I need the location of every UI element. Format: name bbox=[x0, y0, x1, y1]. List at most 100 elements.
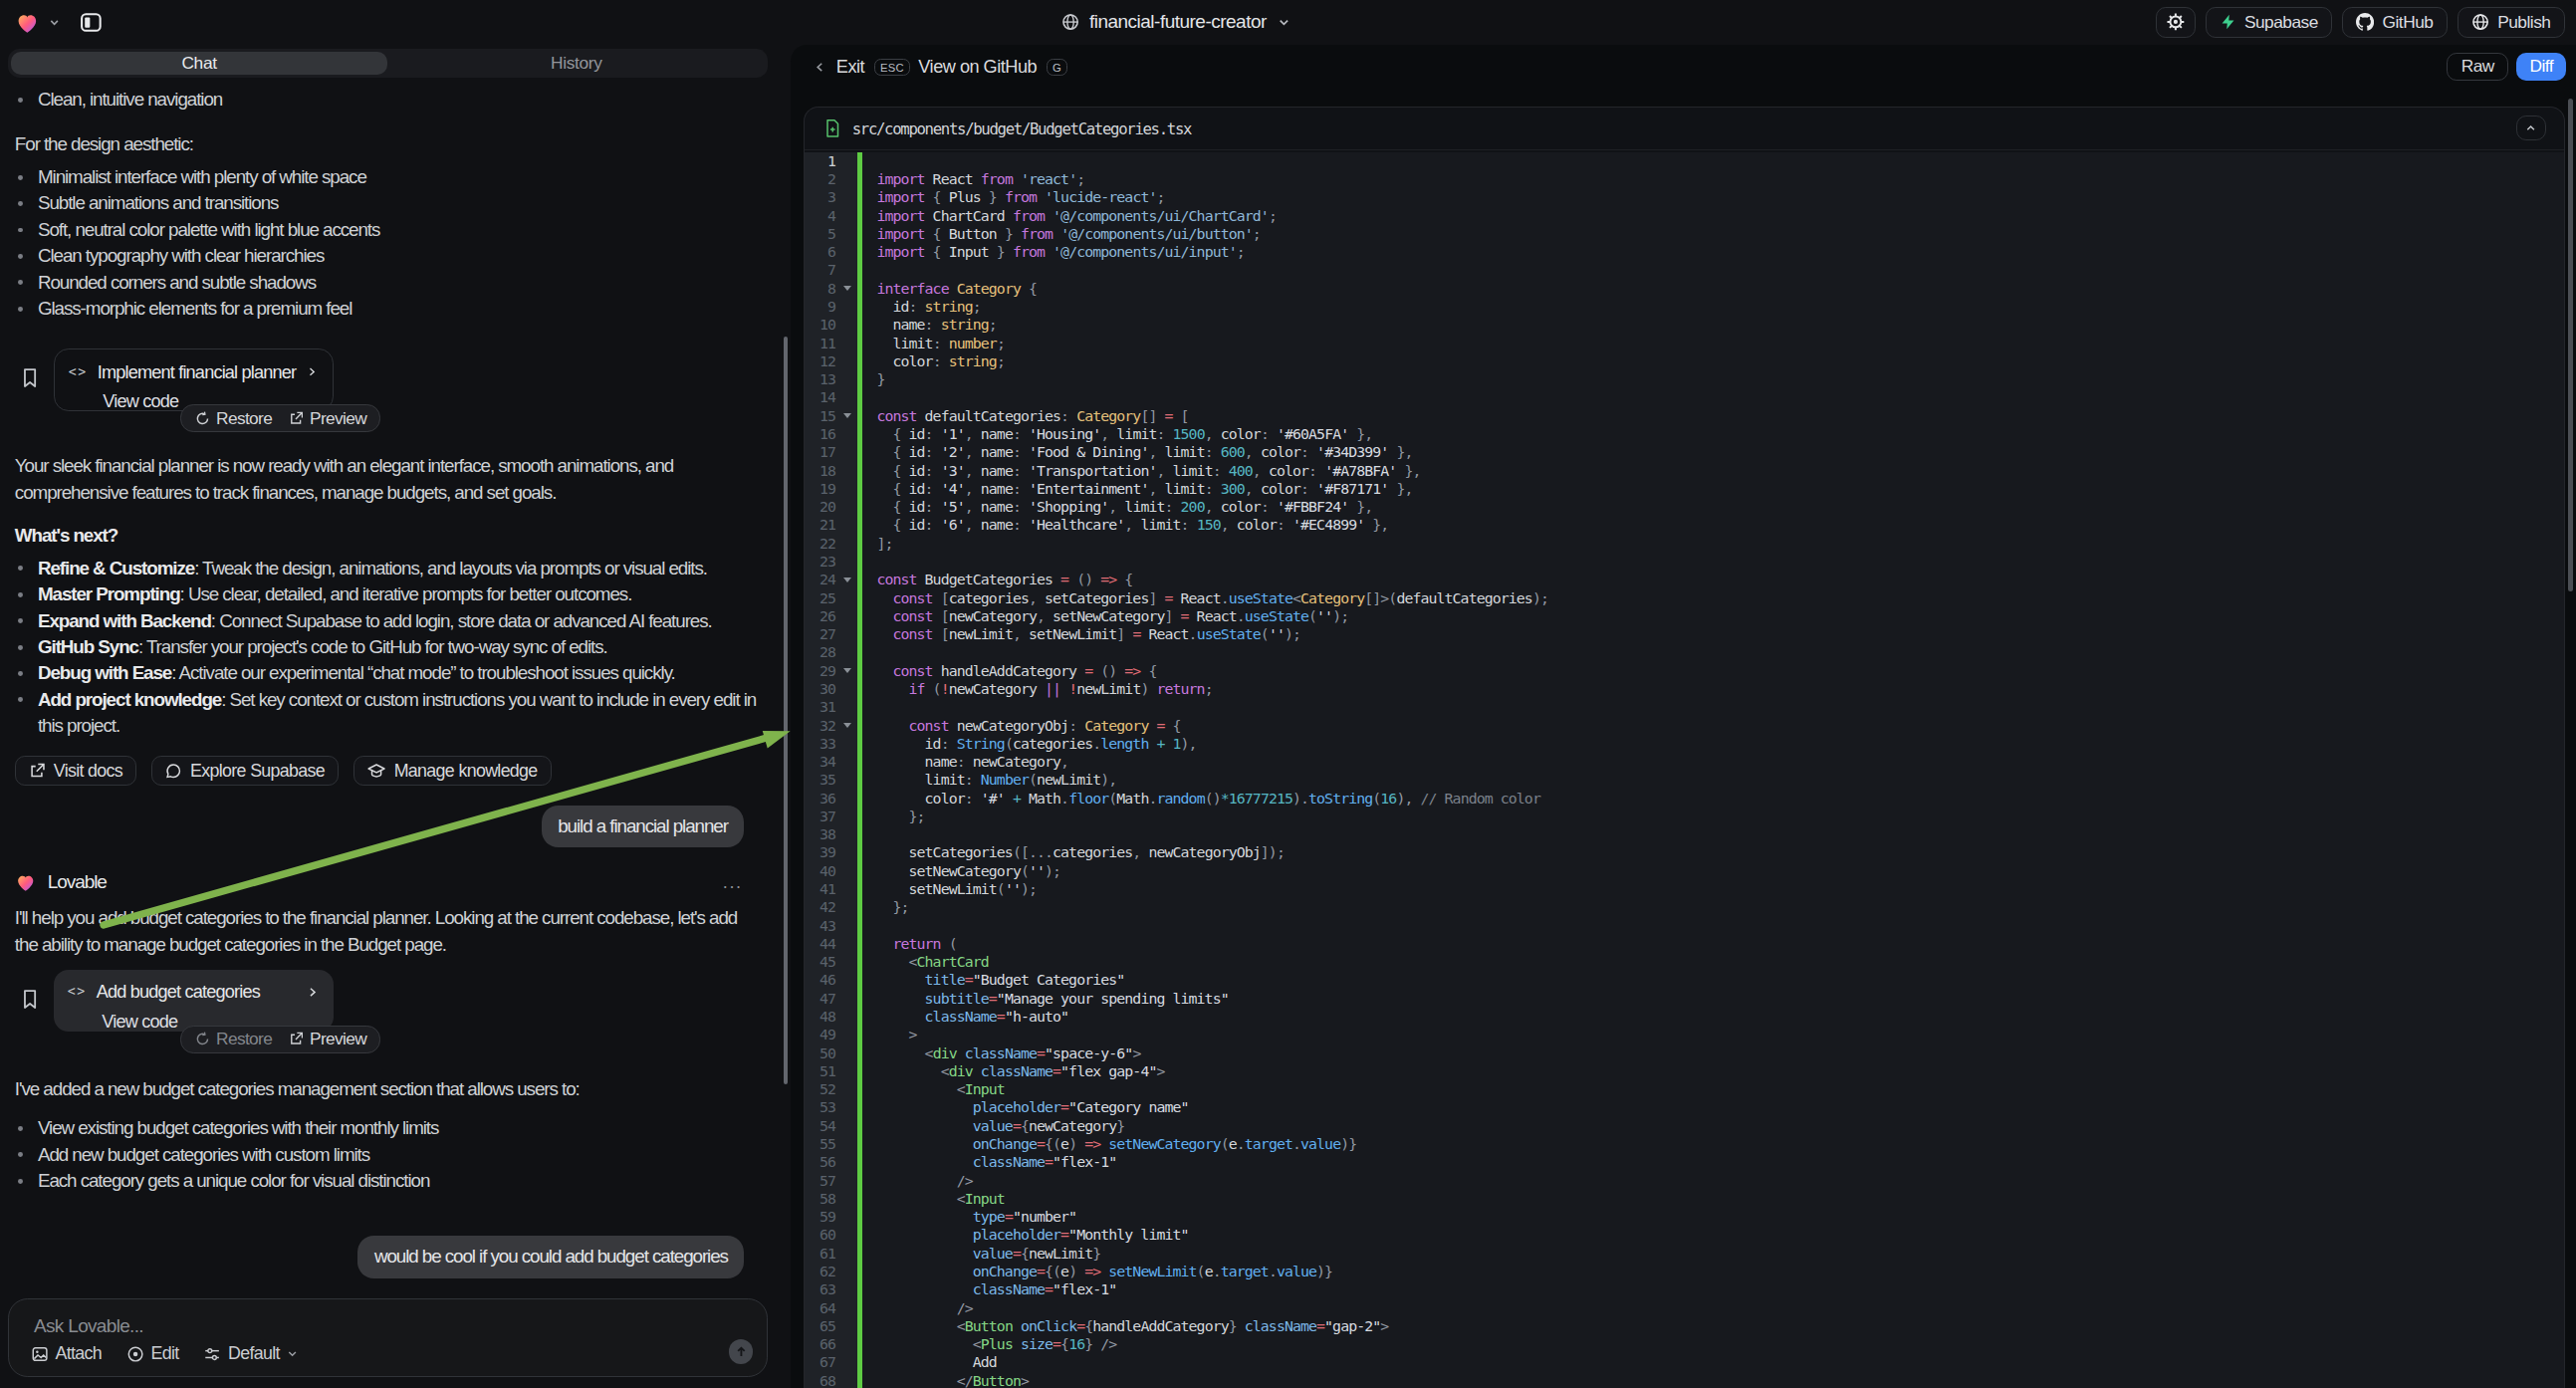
collapse-button[interactable] bbox=[2516, 116, 2546, 140]
arrow-up-icon bbox=[734, 1344, 749, 1359]
restore-button[interactable]: Restore bbox=[195, 1026, 272, 1051]
code-line: 66 <Plus size={16} /> bbox=[805, 1335, 2564, 1353]
code-line: 40 setNewCategory(''); bbox=[805, 862, 2564, 880]
attach-button[interactable]: Attach bbox=[31, 1343, 102, 1364]
list-item: Clean, intuitive navigation bbox=[7, 87, 760, 113]
visit-docs-button[interactable]: Visit docs bbox=[15, 756, 136, 786]
code-line: 2import React from 'react'; bbox=[805, 170, 2564, 188]
file-path: src/components/budget/BudgetCategories.t… bbox=[852, 119, 1191, 138]
tab-chat[interactable]: Chat bbox=[11, 52, 388, 75]
lovable-logo-icon[interactable] bbox=[15, 11, 40, 34]
gear-icon bbox=[2166, 12, 2186, 32]
raw-button[interactable]: Raw bbox=[2447, 53, 2508, 81]
list-item: Minimalist interface with plenty of whit… bbox=[7, 164, 760, 190]
file-plus-icon bbox=[824, 118, 841, 138]
code-line: 24const BudgetCategories = () => { bbox=[805, 571, 2564, 588]
file-header[interactable]: src/components/budget/BudgetCategories.t… bbox=[805, 108, 2564, 150]
chat-bubble-icon bbox=[165, 763, 182, 780]
code-line: 43 bbox=[805, 917, 2564, 935]
manage-knowledge-button[interactable]: Manage knowledge bbox=[353, 756, 552, 786]
target-icon bbox=[126, 1345, 144, 1363]
code-line: 41 setNewLimit(''); bbox=[805, 880, 2564, 898]
external-link-icon bbox=[289, 411, 304, 426]
edit-button[interactable]: Edit bbox=[126, 1343, 179, 1364]
added-bullet-list: View existing budget categories with the… bbox=[7, 1115, 760, 1194]
bookmark-icon[interactable] bbox=[21, 988, 39, 1011]
code-line: 37 }; bbox=[805, 808, 2564, 825]
code-line: 42 }; bbox=[805, 898, 2564, 916]
code-line: 62 onChange={(e) => setNewLimit(e.target… bbox=[805, 1263, 2564, 1280]
assistant-name: Lovable bbox=[48, 869, 107, 895]
code-panel: Exit ESC View on GitHub G Raw Diff src/c… bbox=[791, 45, 2576, 1388]
composer[interactable]: Ask Lovable... Attach Edit Default bbox=[8, 1298, 767, 1377]
publish-button[interactable]: Publish bbox=[2458, 7, 2565, 38]
restore-button[interactable]: Restore bbox=[195, 405, 272, 431]
preview-button[interactable]: Preview bbox=[289, 405, 366, 431]
sliders-icon bbox=[203, 1345, 221, 1363]
version-actions: Restore Preview bbox=[180, 404, 380, 432]
code-line: 47 subtitle="Manage your spending limits… bbox=[805, 990, 2564, 1008]
image-icon bbox=[31, 1345, 49, 1363]
explore-supabase-button[interactable]: Explore Supabase bbox=[151, 756, 339, 786]
version-card-implement: <> Implement financial planner View code… bbox=[7, 348, 760, 411]
design-bullet-list: Minimalist interface with plenty of whit… bbox=[7, 164, 760, 322]
send-button[interactable] bbox=[729, 1339, 754, 1364]
restore-icon bbox=[195, 1032, 210, 1046]
bookmark-icon[interactable] bbox=[21, 366, 39, 389]
code-line: 35 limit: Number(newLimit), bbox=[805, 771, 2564, 789]
chevron-right-icon bbox=[306, 985, 319, 1000]
github-button[interactable]: GitHub bbox=[2342, 7, 2448, 38]
settings-button[interactable] bbox=[2156, 7, 2196, 38]
code-line: 55 onChange={(e) => setNewCategory(e.tar… bbox=[805, 1135, 2564, 1153]
version-actions: Restore Preview bbox=[180, 1026, 380, 1053]
code-line: 68 </Button> bbox=[805, 1372, 2564, 1388]
graduation-cap-icon bbox=[367, 763, 385, 780]
version-card[interactable]: <> Implement financial planner View code bbox=[54, 348, 334, 411]
diff-button[interactable]: Diff bbox=[2516, 53, 2566, 81]
view-on-github-button[interactable]: View on GitHub G bbox=[918, 45, 1067, 91]
preview-button[interactable]: Preview bbox=[289, 1026, 366, 1051]
code-line: 65 <Button onClick={handleAddCategory} c… bbox=[805, 1317, 2564, 1335]
code-line: 3import { Plus } from 'lucide-react'; bbox=[805, 188, 2564, 206]
assistant-added-intro: I've added a new budget categories manag… bbox=[15, 1076, 753, 1102]
exit-button[interactable]: Exit ESC bbox=[814, 45, 910, 91]
assistant-header: Lovable ... bbox=[15, 869, 759, 895]
model-selector[interactable]: Default bbox=[203, 1343, 299, 1364]
next-step-item: Debug with Ease: Activate our experiment… bbox=[7, 660, 760, 686]
code-line: 46 title="Budget Categories" bbox=[805, 971, 2564, 989]
list-item: Subtle animations and transitions bbox=[7, 190, 760, 216]
version-card[interactable]: <> Add budget categories View code bbox=[54, 970, 334, 1033]
message-menu[interactable]: ... bbox=[723, 869, 743, 895]
code-line: 58 <Input bbox=[805, 1190, 2564, 1208]
project-switcher[interactable]: financial-future-creator bbox=[1061, 0, 1291, 45]
next-step-item: Expand with Backend: Connect Supabase to… bbox=[7, 608, 760, 634]
code-line: 1 bbox=[805, 152, 2564, 170]
code-line: 14 bbox=[805, 388, 2564, 406]
chat-scrollbar[interactable] bbox=[784, 337, 788, 1084]
supabase-button[interactable]: Supabase bbox=[2206, 7, 2332, 38]
code-line: 23 bbox=[805, 553, 2564, 571]
code-scrollbar[interactable] bbox=[2568, 99, 2573, 591]
supabase-icon bbox=[2220, 13, 2236, 31]
code-line: 5import { Button } from '@/components/ui… bbox=[805, 225, 2564, 243]
sidebar-toggle-icon[interactable] bbox=[79, 11, 104, 34]
code-line: 63 className="flex-1" bbox=[805, 1280, 2564, 1298]
code-line: 57 /> bbox=[805, 1172, 2564, 1190]
list-item: Each category gets a unique color for vi… bbox=[7, 1168, 760, 1194]
code-line: 64 /> bbox=[805, 1299, 2564, 1317]
code-editor[interactable]: 12import React from 'react';3import { Pl… bbox=[805, 152, 2564, 1388]
code-line: 29 const handleAddCategory = () => { bbox=[805, 662, 2564, 680]
code-line: 51 <div className="flex gap-4"> bbox=[805, 1062, 2564, 1080]
tab-history[interactable]: History bbox=[387, 52, 765, 75]
assistant-reply: I'll help you add budget categories to t… bbox=[15, 905, 753, 958]
code-line: 4import ChartCard from '@/components/ui/… bbox=[805, 207, 2564, 225]
code-line: 15const defaultCategories: Category[] = … bbox=[805, 407, 2564, 425]
next-step-item: GitHub Sync: Transfer your project's cod… bbox=[7, 634, 760, 660]
list-item: Soft, neutral color palette with light b… bbox=[7, 217, 760, 243]
code-line: 8interface Category { bbox=[805, 280, 2564, 298]
chevron-down-icon[interactable] bbox=[48, 16, 61, 29]
composer-placeholder: Ask Lovable... bbox=[34, 1315, 143, 1337]
code-line: 11 limit: number; bbox=[805, 335, 2564, 352]
code-line: 12 color: string; bbox=[805, 352, 2564, 370]
code-line: 19 { id: '4', name: 'Entertainment', lim… bbox=[805, 480, 2564, 498]
